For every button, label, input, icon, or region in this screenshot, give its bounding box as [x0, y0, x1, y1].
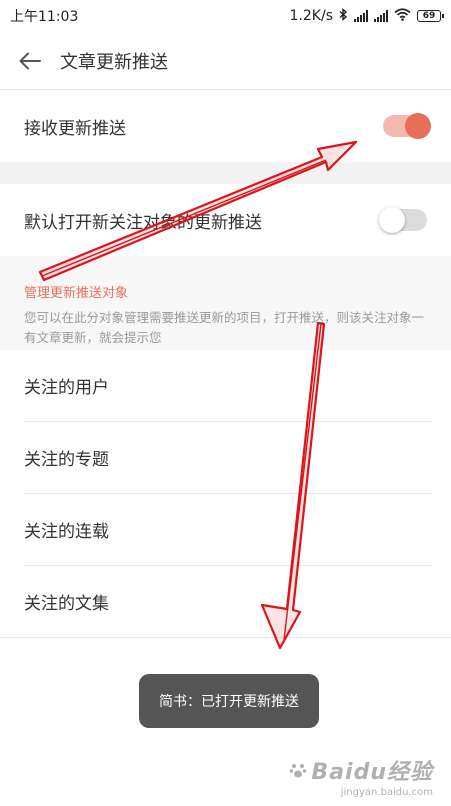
manage-section-description: 您可以在此分对象管理需要推送更新的项目，打开推送，则该关注对象一有文章更新，就会…: [24, 310, 425, 345]
list-item-label: 关注的专题: [24, 450, 109, 470]
list-item-label: 关注的文集: [24, 594, 109, 614]
battery-icon: 69: [417, 10, 444, 22]
list-item-followed-collections[interactable]: 关注的文集: [0, 566, 451, 637]
manage-section-title: 管理更新推送对象: [24, 286, 129, 301]
status-time: 上午11:03: [10, 9, 79, 25]
list-item-followed-serials[interactable]: 关注的连载: [0, 494, 451, 565]
list-item-followed-topics[interactable]: 关注的专题: [0, 422, 451, 493]
receive-push-row[interactable]: 接收更新推送: [0, 90, 451, 162]
signal-icon: [354, 10, 368, 22]
network-speed: 1.2K/s: [289, 8, 333, 24]
default-follow-push-toggle[interactable]: [379, 207, 427, 233]
app-bar: 文章更新推送: [0, 32, 451, 90]
watermark-brand: Baidu经验: [311, 760, 433, 785]
list-item-followed-users[interactable]: 关注的用户: [0, 350, 451, 421]
paw-icon: [290, 764, 307, 778]
arrow-left-icon[interactable]: [0, 32, 60, 90]
toggle-knob: [405, 113, 431, 139]
receive-push-toggle[interactable]: [383, 113, 431, 139]
watermark-url: jingyan.baidu.com: [340, 787, 433, 798]
default-follow-push-row[interactable]: 默认打开新关注对象的更新推送: [0, 184, 451, 256]
baidu-watermark: Baidu经验 jingyan.baidu.com: [289, 754, 433, 798]
toggle-knob: [379, 207, 405, 233]
page-title: 文章更新推送: [60, 51, 168, 73]
signal-icon: [374, 10, 388, 22]
divider: [0, 637, 451, 638]
bluetooth-icon: [339, 7, 348, 25]
list-item-label: 关注的连载: [24, 522, 109, 542]
status-bar: 上午11:03 1.2K/s 69: [0, 0, 451, 32]
toast-message: 简书：已打开更新推送: [139, 674, 319, 728]
list-item-label: 关注的用户: [24, 378, 109, 398]
section-gap: [0, 162, 451, 184]
wifi-icon: [394, 7, 411, 25]
manage-section: 管理更新推送对象 您可以在此分对象管理需要推送更新的项目，打开推送，则该关注对象…: [0, 256, 451, 350]
